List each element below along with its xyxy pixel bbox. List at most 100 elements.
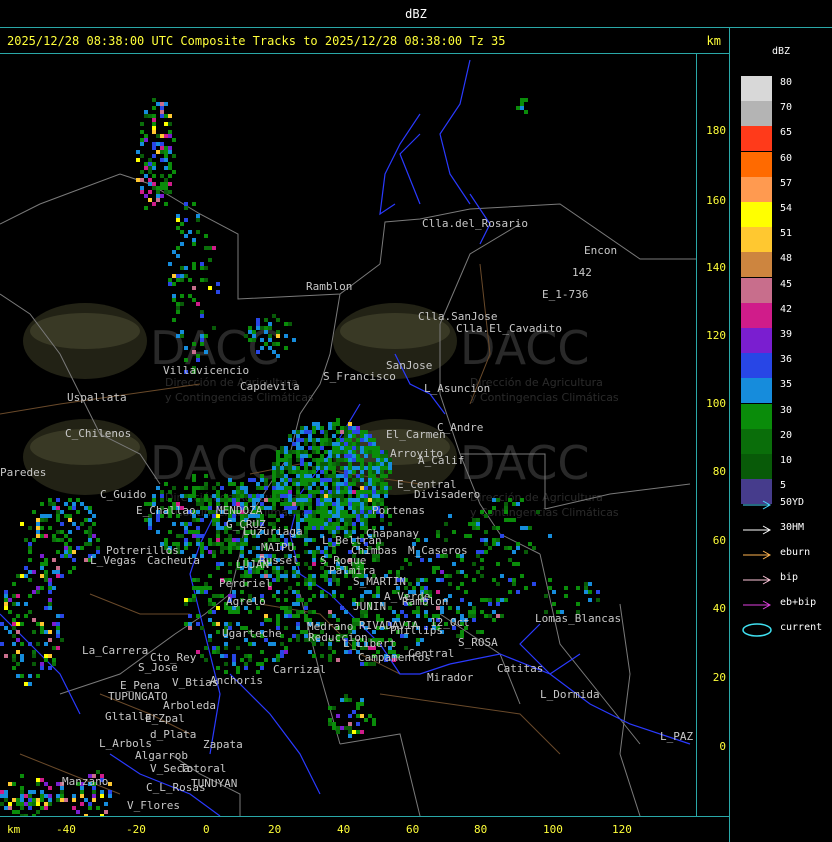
radar-echo-pixel xyxy=(276,334,280,338)
radar-echo-pixel xyxy=(244,486,248,490)
radar-echo-pixel xyxy=(56,550,60,554)
radar-echo-pixel xyxy=(164,146,168,150)
place-label: d_Plata xyxy=(150,728,196,741)
radar-echo-pixel xyxy=(292,482,296,486)
radar-echo-pixel xyxy=(332,490,336,494)
radar-echo-pixel xyxy=(336,502,340,506)
radar-echo-pixel xyxy=(304,614,308,618)
radar-echo-pixel xyxy=(352,466,356,470)
radar-echo-pixel xyxy=(260,622,264,626)
legend-track-label: 30HM xyxy=(780,522,805,533)
radar-echo-pixel xyxy=(32,510,36,514)
radar-echo-pixel xyxy=(360,522,364,526)
radar-echo-pixel xyxy=(48,666,52,670)
radar-echo-pixel xyxy=(348,454,352,458)
radar-echo-pixel xyxy=(312,550,316,554)
radar-echo-pixel xyxy=(372,442,376,446)
radar-echo-pixel xyxy=(80,502,84,506)
place-label: Encon xyxy=(584,244,617,257)
radar-echo-pixel xyxy=(12,634,16,638)
radar-echo-pixel xyxy=(576,586,580,590)
radar-echo-pixel xyxy=(168,174,172,178)
radar-echo-pixel xyxy=(348,498,352,502)
radar-echo-pixel xyxy=(184,486,188,490)
radar-echo-pixel xyxy=(404,558,408,562)
radar-echo-pixel xyxy=(296,474,300,478)
radar-echo-pixel xyxy=(340,426,344,430)
radar-echo-pixel xyxy=(208,610,212,614)
radar-echo-pixel xyxy=(44,794,48,798)
place-label: L_Vegas xyxy=(90,554,136,567)
radar-echo-pixel xyxy=(140,178,144,182)
radar-echo-pixel xyxy=(4,606,8,610)
radar-echo-pixel xyxy=(332,590,336,594)
radar-echo-pixel xyxy=(156,530,160,534)
watermark-line1: Dirección de Agricultura xyxy=(470,491,603,504)
radar-echo-pixel xyxy=(384,490,388,494)
radar-echo-pixel xyxy=(312,438,316,442)
radar-echo-pixel xyxy=(328,610,332,614)
radar-echo-pixel xyxy=(48,514,52,518)
radar-echo-pixel xyxy=(380,458,384,462)
radar-echo-pixel xyxy=(304,486,308,490)
radar-echo-pixel xyxy=(200,486,204,490)
radar-echo-pixel xyxy=(296,510,300,514)
radar-echo-pixel xyxy=(516,106,520,110)
radar-echo-pixel xyxy=(312,478,316,482)
radar-echo-pixel xyxy=(308,502,312,506)
radar-echo-pixel xyxy=(300,518,304,522)
radar-echo-pixel xyxy=(344,698,348,702)
radar-echo-pixel xyxy=(352,442,356,446)
radar-echo-pixel xyxy=(60,554,64,558)
radar-map-panel[interactable]: DACC Dirección de Agricultura y Continge… xyxy=(0,54,696,816)
radar-echo-pixel xyxy=(344,526,348,530)
place-label: C_L_Rosas xyxy=(146,781,206,794)
radar-echo-pixel xyxy=(220,594,224,598)
place-label: Portenas xyxy=(372,504,425,517)
radar-echo-pixel xyxy=(308,550,312,554)
radar-echo-pixel xyxy=(288,462,292,466)
radar-echo-pixel xyxy=(460,558,464,562)
radar-echo-pixel xyxy=(88,518,92,522)
radar-echo-pixel xyxy=(180,534,184,538)
radar-echo-pixel xyxy=(240,546,244,550)
radar-echo-pixel xyxy=(240,494,244,498)
legend-swatch xyxy=(741,76,772,101)
radar-echo-pixel xyxy=(308,490,312,494)
radar-echo-pixel xyxy=(460,582,464,586)
radar-echo-pixel xyxy=(144,110,148,114)
radar-echo-pixel xyxy=(172,154,176,158)
radar-echo-pixel xyxy=(332,594,336,598)
radar-echo-pixel xyxy=(260,338,264,342)
radar-echo-pixel xyxy=(312,514,316,518)
radar-echo-pixel xyxy=(308,650,312,654)
radar-map-canvas[interactable]: DACC Dirección de Agricultura y Continge… xyxy=(0,54,696,816)
radar-echo-pixel xyxy=(16,614,20,618)
radar-echo-pixel xyxy=(300,462,304,466)
radar-echo-pixel xyxy=(32,570,36,574)
radar-echo-pixel xyxy=(300,426,304,430)
radar-echo-pixel xyxy=(280,490,284,494)
radar-echo-pixel xyxy=(232,498,236,502)
radar-echo-pixel xyxy=(88,538,92,542)
radar-echo-pixel xyxy=(288,614,292,618)
radar-echo-pixel xyxy=(284,610,288,614)
radar-echo-pixel xyxy=(288,450,292,454)
radar-echo-pixel xyxy=(304,582,308,586)
radar-echo-pixel xyxy=(172,294,176,298)
radar-echo-pixel xyxy=(504,502,508,506)
radar-echo-pixel xyxy=(356,430,360,434)
radar-echo-pixel xyxy=(180,294,184,298)
radar-echo-pixel xyxy=(40,514,44,518)
radar-echo-pixel xyxy=(48,638,52,642)
radar-echo-pixel xyxy=(308,578,312,582)
radar-echo-pixel xyxy=(328,578,332,582)
radar-echo-pixel xyxy=(152,498,156,502)
radar-echo-pixel xyxy=(384,450,388,454)
radar-echo-pixel xyxy=(348,470,352,474)
radar-echo-pixel xyxy=(16,594,20,598)
radar-echo-pixel xyxy=(220,546,224,550)
x-tick-label: 0 xyxy=(203,823,210,836)
legend-track-2: 30HM xyxy=(741,522,831,537)
radar-echo-pixel xyxy=(336,522,340,526)
